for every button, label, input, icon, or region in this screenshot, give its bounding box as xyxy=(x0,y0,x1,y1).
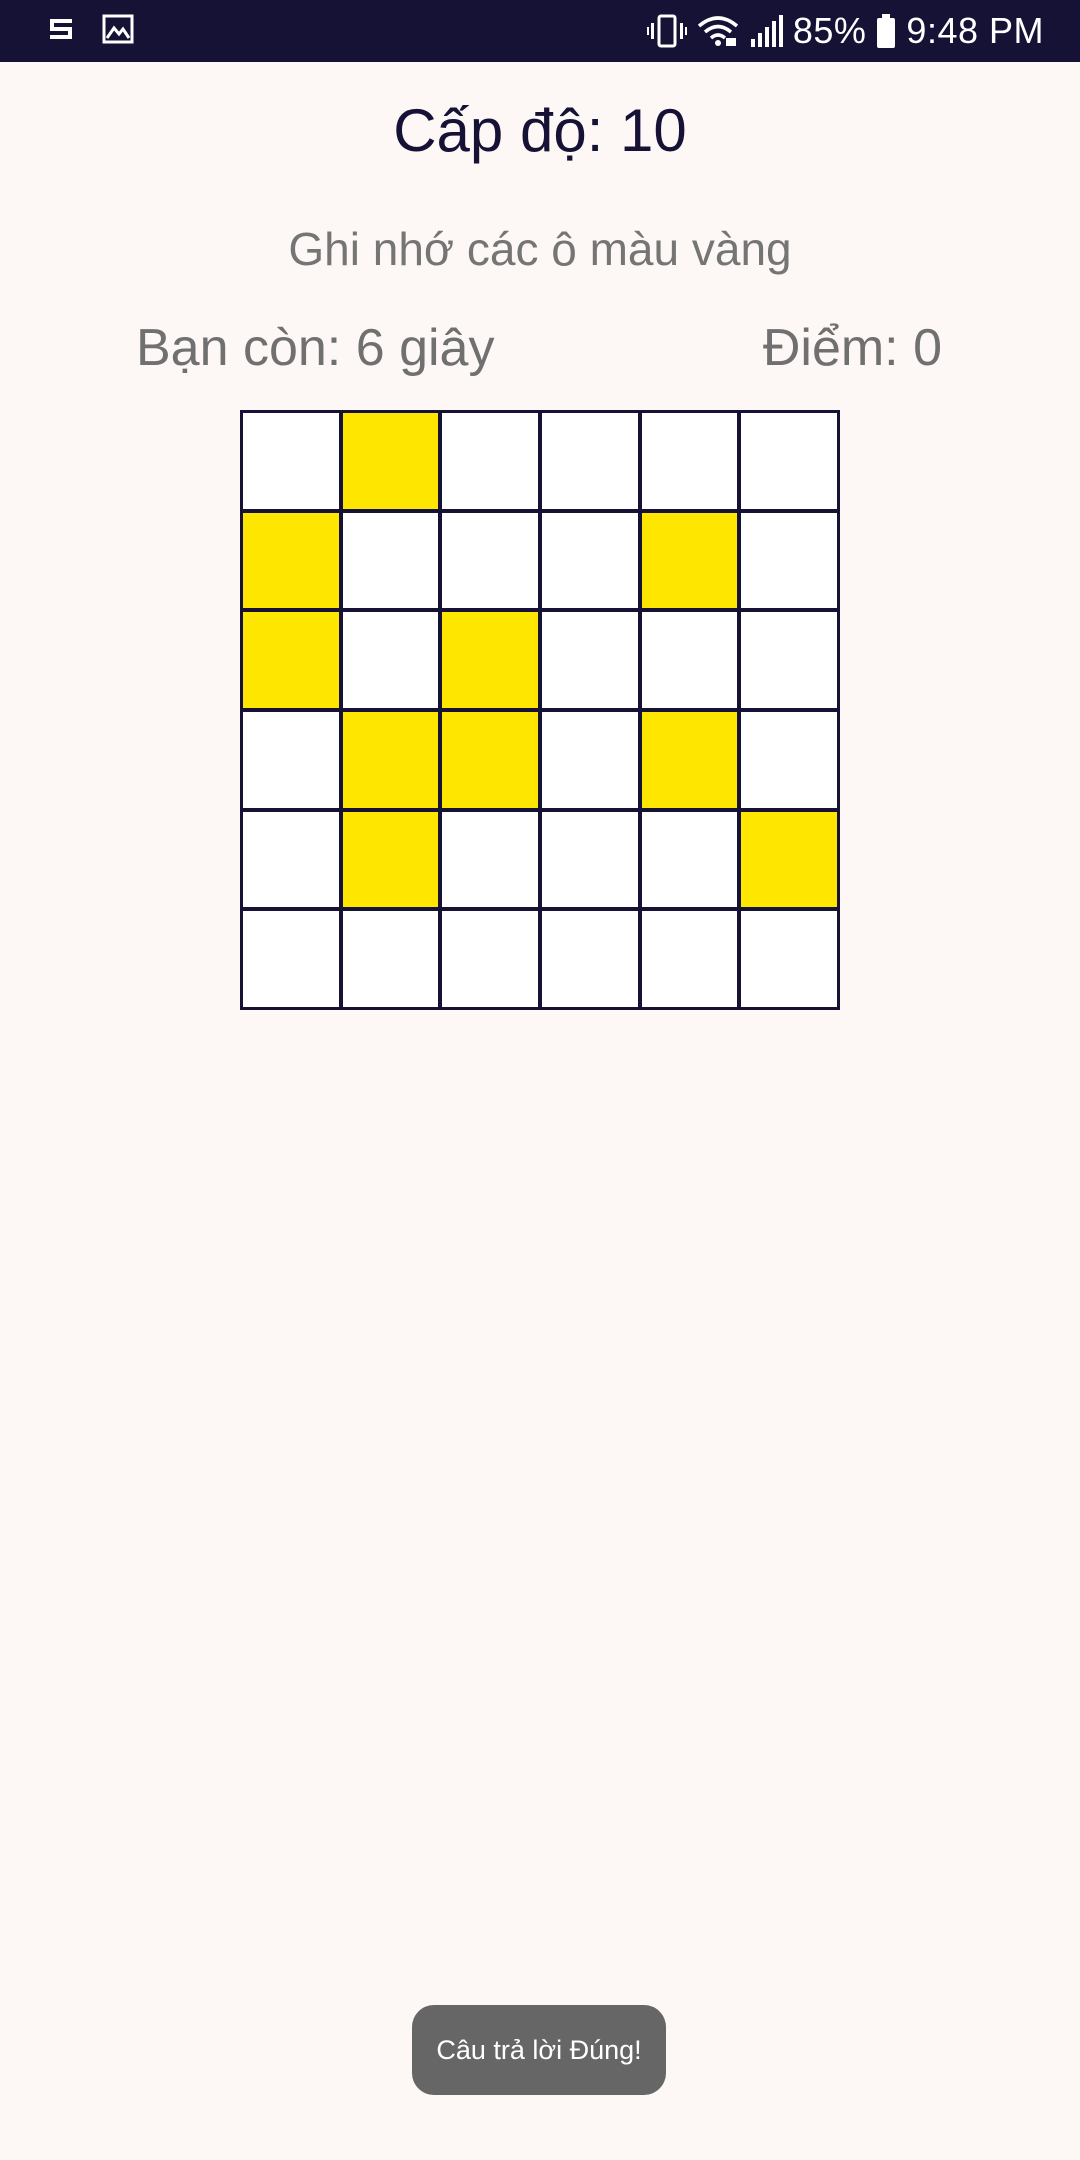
grid-cell-r6-c3[interactable] xyxy=(442,911,538,1007)
grid-cell-r6-c4[interactable] xyxy=(541,911,638,1007)
signal-icon xyxy=(749,15,783,47)
vibrate-icon xyxy=(646,14,687,48)
clock: 9:48 PM xyxy=(906,10,1044,51)
grid-cell-r1-c6[interactable] xyxy=(741,413,837,509)
grid-cell-r3-c3[interactable] xyxy=(442,612,538,708)
grid-cell-r3-c1[interactable] xyxy=(243,612,339,708)
grid-cell-r1-c3[interactable] xyxy=(442,413,538,509)
grid-cell-r2-c2[interactable] xyxy=(342,512,439,609)
toast-message: Câu trả lời Đúng! xyxy=(412,2005,666,2095)
grid-cell-r4-c6[interactable] xyxy=(741,711,837,808)
grid-cell-r5-c5[interactable] xyxy=(641,811,738,908)
grid-cell-r1-c5[interactable] xyxy=(641,413,738,509)
grid-cell-r1-c4[interactable] xyxy=(541,413,638,509)
grid-cell-r2-c6[interactable] xyxy=(741,512,837,609)
grid-cell-r2-c1[interactable] xyxy=(243,512,339,609)
memory-grid xyxy=(240,410,840,1010)
grid-cell-r1-c2[interactable] xyxy=(342,413,439,509)
grid-cell-r6-c6[interactable] xyxy=(741,911,837,1007)
grid-cell-r1-c1[interactable] xyxy=(243,413,339,509)
grid-cell-r5-c6[interactable] xyxy=(741,811,837,908)
cast-icon xyxy=(48,16,74,42)
status-left-icons xyxy=(48,14,134,44)
grid-cell-r4-c1[interactable] xyxy=(243,711,339,808)
image-icon xyxy=(102,14,134,44)
grid-cell-r3-c2[interactable] xyxy=(342,612,439,708)
grid-cell-r4-c3[interactable] xyxy=(442,711,538,808)
status-bar: 85% 9:48 PM xyxy=(0,0,1080,62)
grid-cell-r2-c4[interactable] xyxy=(541,512,638,609)
grid-cell-r4-c5[interactable] xyxy=(641,711,738,808)
grid-cell-r6-c5[interactable] xyxy=(641,911,738,1007)
instruction-text: Ghi nhớ các ô màu vàng xyxy=(288,223,792,275)
grid-cell-r2-c3[interactable] xyxy=(442,512,538,609)
grid-cell-r5-c4[interactable] xyxy=(541,811,638,908)
grid-cell-r2-c5[interactable] xyxy=(641,512,738,609)
grid-cell-r5-c2[interactable] xyxy=(342,811,439,908)
grid-cell-r6-c2[interactable] xyxy=(342,911,439,1007)
battery-percent: 85% xyxy=(792,10,867,51)
grid-cell-r4-c2[interactable] xyxy=(342,711,439,808)
grid-cell-r3-c4[interactable] xyxy=(541,612,638,708)
grid-cell-r5-c1[interactable] xyxy=(243,811,339,908)
grid-cell-r3-c6[interactable] xyxy=(741,612,837,708)
wifi-icon xyxy=(697,14,739,48)
timer-text: Bạn còn: 6 giây xyxy=(136,319,495,377)
grid-cell-r5-c3[interactable] xyxy=(442,811,538,908)
battery-icon xyxy=(876,14,896,48)
level-title: Cấp độ: 10 xyxy=(393,97,687,164)
grid-cell-r6-c1[interactable] xyxy=(243,911,339,1007)
grid-cell-r4-c4[interactable] xyxy=(541,711,638,808)
grid-cell-r3-c5[interactable] xyxy=(641,612,738,708)
status-right: 85% 9:48 PM xyxy=(646,0,1044,62)
score-text: Điểm: 0 xyxy=(762,319,942,377)
